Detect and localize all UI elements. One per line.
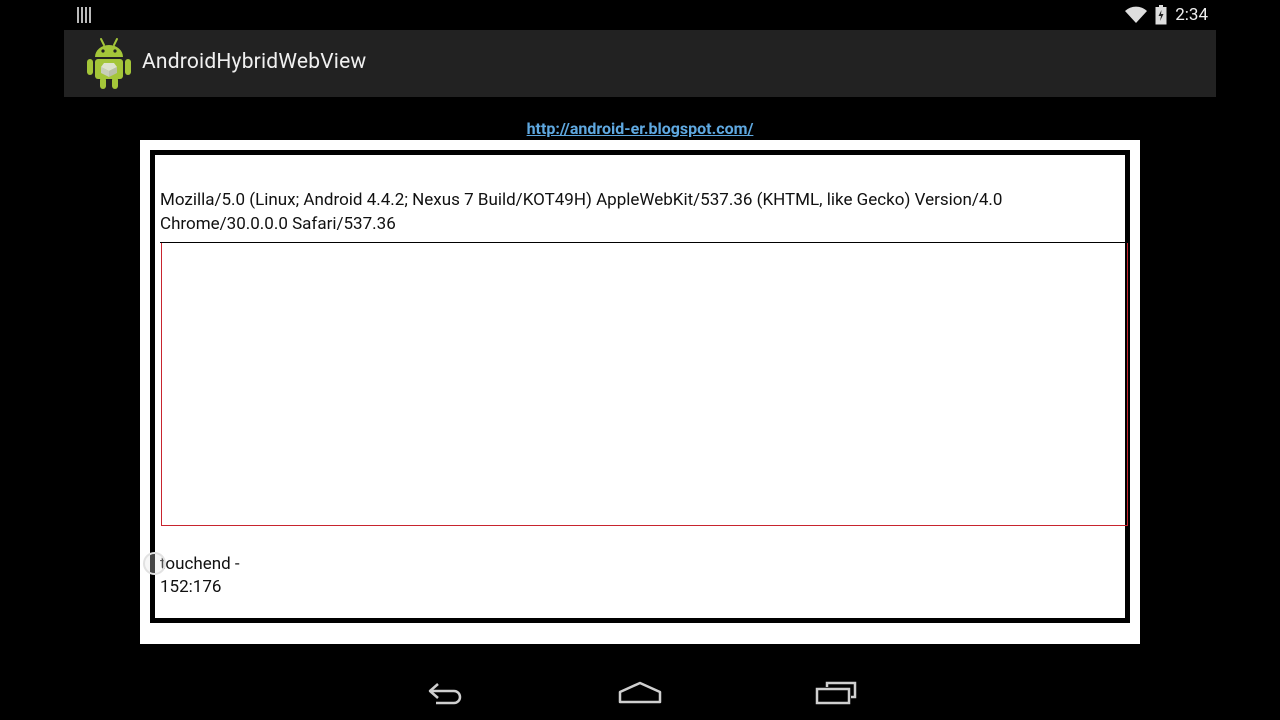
touch-event-output: touchend - 152:176 <box>160 553 240 599</box>
recents-icon <box>815 681 857 705</box>
content-frame: Mozilla/5.0 (Linux; Android 4.4.2; Nexus… <box>150 150 1130 623</box>
action-bar: AndroidHybridWebView <box>64 30 1216 97</box>
clock: 2:34 <box>1175 5 1208 25</box>
touch-indicator <box>143 552 166 575</box>
navigation-bar <box>0 660 1280 720</box>
blog-link[interactable]: http://android-er.blogspot.com/ <box>527 119 754 138</box>
wifi-icon <box>1125 6 1148 23</box>
webview: Mozilla/5.0 (Linux; Android 4.4.2; Nexus… <box>140 140 1140 644</box>
android-robot-icon[interactable] <box>86 37 132 91</box>
status-icons: 2:34 <box>1125 4 1208 26</box>
user-agent-text: Mozilla/5.0 (Linux; Android 4.4.2; Nexus… <box>160 190 1003 234</box>
event-coordinates: 152:176 <box>160 577 222 597</box>
back-button[interactable] <box>418 676 474 710</box>
touch-area[interactable] <box>161 243 1128 526</box>
recents-button[interactable] <box>808 676 864 710</box>
home-button[interactable] <box>612 676 668 710</box>
blog-link-container: http://android-er.blogspot.com/ <box>0 119 1280 138</box>
back-icon <box>428 683 462 705</box>
home-icon <box>618 681 662 704</box>
status-bar: 2:34 <box>0 0 1280 30</box>
app-title: AndroidHybridWebView <box>142 50 367 74</box>
notification-icon <box>77 7 93 23</box>
event-type: touchend - <box>160 554 240 574</box>
battery-icon <box>1155 5 1167 25</box>
